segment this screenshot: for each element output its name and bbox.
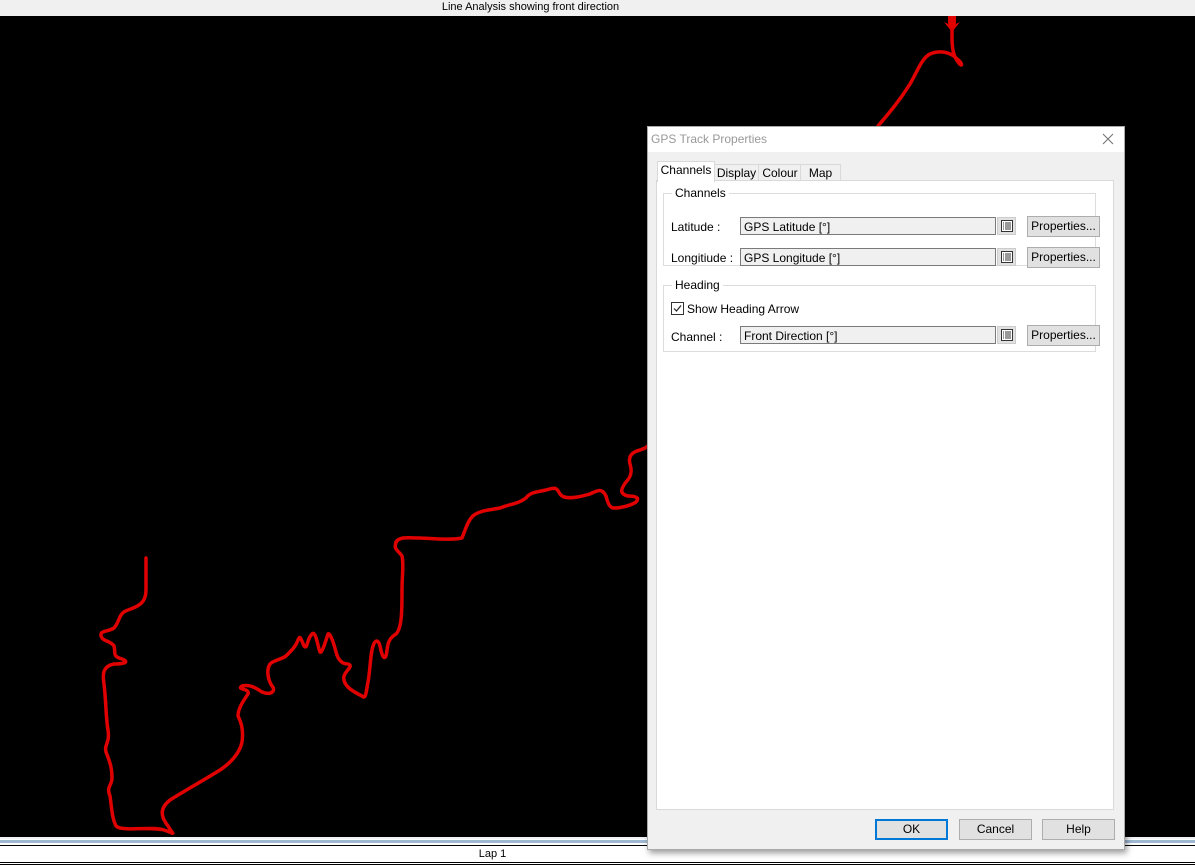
latitude-channel-field[interactable]: GPS Latitude [°]	[740, 217, 996, 235]
dialog-title: GPS Track Properties	[651, 132, 768, 146]
gps-track-line-upper	[876, 24, 964, 128]
window-title-bar: Line Analysis showing front direction	[0, 0, 1195, 16]
heading-channel-picker-button[interactable]	[997, 326, 1016, 344]
list-icon	[1001, 220, 1013, 232]
list-icon	[1001, 251, 1013, 263]
longitude-label: Longitiude :	[671, 251, 734, 265]
show-heading-arrow-checkbox[interactable]	[671, 302, 684, 315]
heading-group: Heading Show Heading Arrow Channel : Fro…	[663, 278, 1100, 352]
gps-track-line	[99, 438, 652, 835]
channels-group: Channels Latitude : GPS Latitude [°] Pro…	[663, 186, 1100, 268]
lap-label: Lap 1	[478, 848, 507, 860]
tab-colour[interactable]: Colour	[758, 164, 802, 181]
divider	[0, 862, 1195, 863]
tab-channels[interactable]: Channels	[657, 161, 715, 182]
longitude-properties-button[interactable]: Properties...	[1027, 247, 1100, 268]
ok-button[interactable]: OK	[875, 819, 948, 840]
close-icon	[1102, 133, 1114, 145]
latitude-label: Latitude :	[671, 220, 721, 234]
gps-track-properties-dialog: GPS Track Properties Channels Display Co…	[647, 126, 1125, 850]
heading-channel-field[interactable]: Front Direction [°]	[740, 326, 996, 344]
latitude-properties-button[interactable]: Properties...	[1027, 216, 1100, 237]
channels-tab-panel: Channels Latitude : GPS Latitude [°] Pro…	[656, 180, 1114, 810]
close-button[interactable]	[1100, 131, 1116, 147]
tab-display[interactable]: Display	[713, 164, 760, 181]
tab-map[interactable]: Map	[800, 164, 841, 181]
heading-arrow-icon	[944, 16, 960, 32]
checkmark-icon	[673, 305, 682, 312]
longitude-channel-picker-button[interactable]	[997, 248, 1016, 266]
cancel-button[interactable]: Cancel	[959, 819, 1032, 840]
longitude-channel-field[interactable]: GPS Longitude [°]	[740, 248, 996, 266]
heading-channel-label: Channel :	[671, 330, 723, 344]
heading-properties-button[interactable]: Properties...	[1027, 325, 1100, 346]
dialog-title-bar[interactable]: GPS Track Properties	[648, 127, 1124, 152]
window-title: Line Analysis showing front direction	[441, 1, 620, 13]
help-button[interactable]: Help	[1042, 819, 1115, 840]
latitude-channel-picker-button[interactable]	[997, 217, 1016, 235]
channels-group-legend: Channels	[675, 186, 726, 200]
heading-group-legend: Heading	[675, 278, 720, 292]
list-icon	[1001, 329, 1013, 341]
show-heading-arrow-label[interactable]: Show Heading Arrow	[687, 302, 799, 316]
